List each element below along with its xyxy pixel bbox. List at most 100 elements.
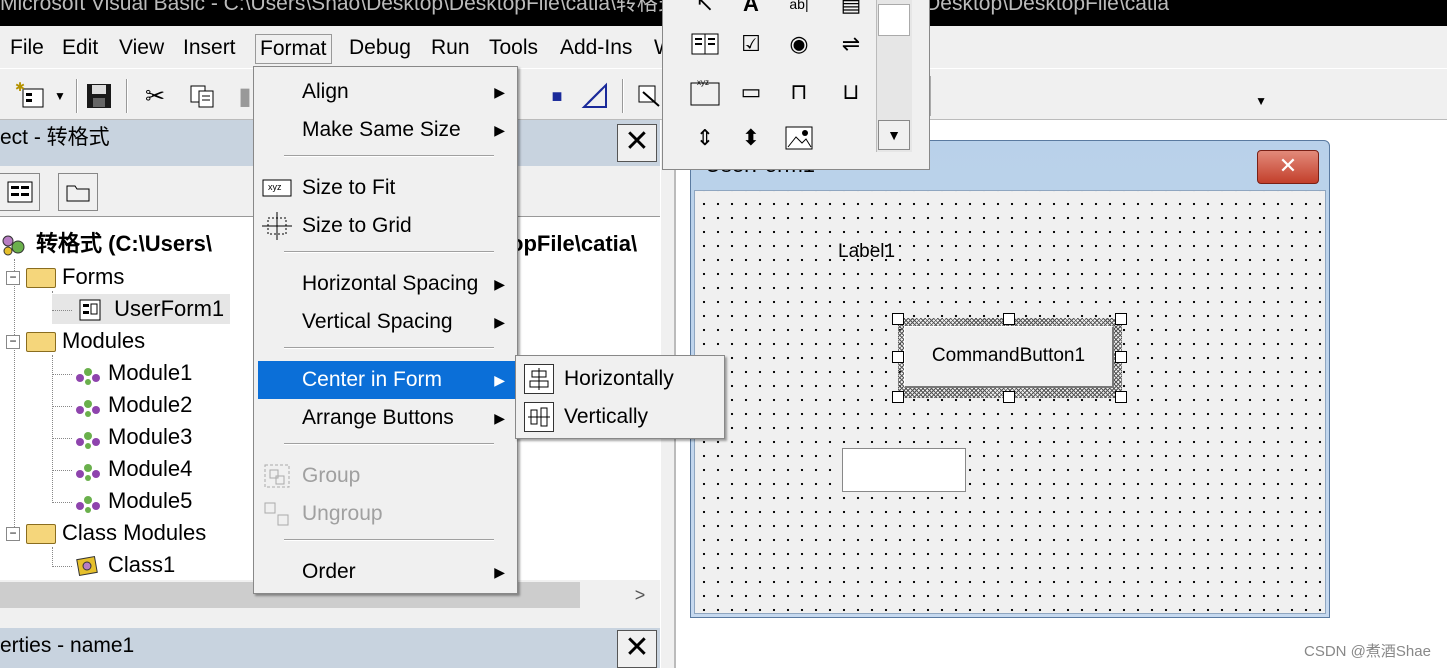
folder-label: Modules [62, 328, 146, 353]
option-button-tool-icon[interactable]: ◉ [779, 24, 819, 64]
menu-add-ins[interactable]: Add-Ins [556, 34, 636, 64]
spinbutton-tool-icon[interactable]: ⬍ [731, 118, 771, 158]
copy-icon[interactable] [186, 79, 220, 113]
submenu-arrow-icon: ▶ [494, 84, 505, 100]
tree-root-label: 转格式 (C:\Users\ [36, 231, 213, 256]
menu-separator [284, 155, 494, 157]
menu-item-size-to-grid[interactable]: Size to Grid [258, 207, 515, 245]
menu-item-order[interactable]: Order ▶ [258, 553, 515, 591]
resize-handle[interactable] [892, 391, 904, 403]
module-icon [72, 394, 102, 418]
tree-item-module5[interactable]: Module5 [52, 486, 192, 516]
listbox-tool-icon[interactable] [685, 24, 725, 64]
menu-file[interactable]: File [6, 34, 48, 64]
toggle-folders-icon[interactable] [58, 173, 98, 211]
menu-item-align[interactable]: Align ▶ [258, 73, 515, 111]
collapse-icon[interactable]: − [6, 271, 20, 286]
menu-item-label: Align [302, 80, 349, 103]
cut-icon[interactable]: ✂ [138, 79, 172, 113]
toggle-button-tool-icon[interactable]: ⇌ [831, 24, 871, 64]
image-tool-icon[interactable] [779, 118, 819, 158]
save-icon[interactable] [82, 79, 116, 113]
tree-item-module2[interactable]: Module2 [52, 390, 192, 420]
menu-item-label: Order [302, 560, 356, 583]
label1-control[interactable]: Label1 [838, 241, 895, 263]
resize-handle[interactable] [1115, 351, 1127, 363]
tree-root[interactable]: 转格式 (C:\Users\ [0, 229, 212, 259]
toolbox-scroll-thumb[interactable] [878, 4, 910, 36]
menu-item-ungroup[interactable]: Ungroup [258, 495, 515, 533]
tree-item-module4[interactable]: Module4 [52, 454, 192, 484]
menu-item-vertical-spacing[interactable]: Vertical Spacing ▶ [258, 303, 515, 341]
userform-close-button[interactable]: ✕ [1257, 150, 1319, 184]
tree-item-class1[interactable]: Class1 [52, 550, 175, 580]
chevron-down-icon[interactable]: ▼ [1255, 94, 1267, 108]
menu-edit[interactable]: Edit [58, 34, 102, 64]
menu-format[interactable]: Format [255, 34, 332, 64]
view-object-icon[interactable] [0, 173, 40, 211]
location-combo[interactable]: ▼ [930, 76, 1275, 116]
menu-item-arrange-buttons[interactable]: Arrange Buttons ▶ [258, 399, 515, 437]
module-icon [72, 458, 102, 482]
tree-item-module1[interactable]: Module1 [52, 358, 192, 388]
menu-item-center-in-form[interactable]: Center in Form ▶ [258, 361, 515, 399]
menu-item-label: Horizontal Spacing [302, 272, 479, 295]
menu-tools[interactable]: Tools [485, 34, 542, 64]
project-explorer-icon[interactable] [632, 79, 666, 113]
menu-item-vertically[interactable]: Vertically [520, 398, 722, 436]
insert-userform-icon[interactable]: ✱ [14, 79, 48, 113]
vba-project-icon [0, 233, 30, 257]
design-mode-icon[interactable] [578, 79, 612, 113]
menu-item-horizontally[interactable]: Horizontally [520, 360, 722, 398]
resize-handle[interactable] [1003, 313, 1015, 325]
tree-folder-class-modules[interactable]: − Class Modules [6, 518, 206, 548]
menu-item-horizontal-spacing[interactable]: Horizontal Spacing ▶ [258, 265, 515, 303]
dropdown-arrow-icon[interactable]: ▼ [50, 79, 70, 113]
multipage-tool-icon[interactable]: ⊔ [831, 72, 871, 112]
scroll-right-icon[interactable]: > [628, 584, 652, 608]
command-button-control[interactable]: CommandButton1 [904, 326, 1114, 388]
menu-item-size-to-fit[interactable]: xyz Size to Fit [258, 169, 515, 207]
properties-title-text: erties - name1 [0, 634, 135, 657]
ungroup-icon [262, 500, 292, 528]
properties-close-button[interactable]: ✕ [617, 630, 657, 668]
menu-insert[interactable]: Insert [179, 34, 240, 64]
resize-handle[interactable] [1115, 391, 1127, 403]
checkbox-tool-icon[interactable]: ☑ [731, 24, 771, 64]
menu-view[interactable]: View [115, 34, 168, 64]
resize-handle[interactable] [1115, 313, 1127, 325]
tree-item-module3[interactable]: Module3 [52, 422, 192, 452]
menu-run[interactable]: Run [427, 34, 474, 64]
tree-item-label: Module2 [108, 392, 193, 417]
reset-icon[interactable]: ■ [540, 79, 574, 113]
combobox-tool-icon[interactable]: ▤ [831, 0, 871, 24]
resize-handle[interactable] [1003, 391, 1015, 403]
pointer-icon[interactable]: ↖ [685, 0, 725, 24]
tree-line [52, 469, 72, 471]
project-explorer-close-button[interactable]: ✕ [617, 124, 657, 162]
menu-debug[interactable]: Debug [345, 34, 415, 64]
menu-item-label: Group [302, 464, 361, 487]
menu-item-label: Vertical Spacing [302, 310, 453, 333]
tree-folder-forms[interactable]: − Forms [6, 262, 124, 292]
textbox-tool-icon[interactable]: ab| [779, 0, 819, 24]
menu-separator [284, 443, 494, 445]
submenu-arrow-icon: ▶ [494, 122, 505, 138]
command-button-tool-icon[interactable]: ▭ [731, 72, 771, 112]
textbox-control[interactable] [842, 448, 966, 492]
tree-folder-modules[interactable]: − Modules [6, 326, 145, 356]
tabstrip-tool-icon[interactable]: ⊓ [779, 72, 819, 112]
menu-item-make-same-size[interactable]: Make Same Size ▶ [258, 111, 515, 149]
scrollbar-tool-icon[interactable]: ⇕ [685, 118, 725, 158]
menu-item-group[interactable]: Group [258, 457, 515, 495]
tree-item-userform1[interactable]: UserForm1 [52, 294, 231, 324]
label-tool-icon[interactable]: A [731, 0, 771, 24]
frame-tool-icon[interactable]: xyz [685, 72, 725, 112]
collapse-icon[interactable]: − [6, 527, 20, 542]
resize-handle[interactable] [892, 351, 904, 363]
collapse-icon[interactable]: − [6, 335, 20, 350]
scroll-down-icon[interactable]: ▼ [878, 120, 910, 150]
resize-handle[interactable] [892, 313, 904, 325]
tree-root-tail: opFile\catia\ [510, 231, 638, 256]
folder-label: Forms [62, 264, 125, 289]
